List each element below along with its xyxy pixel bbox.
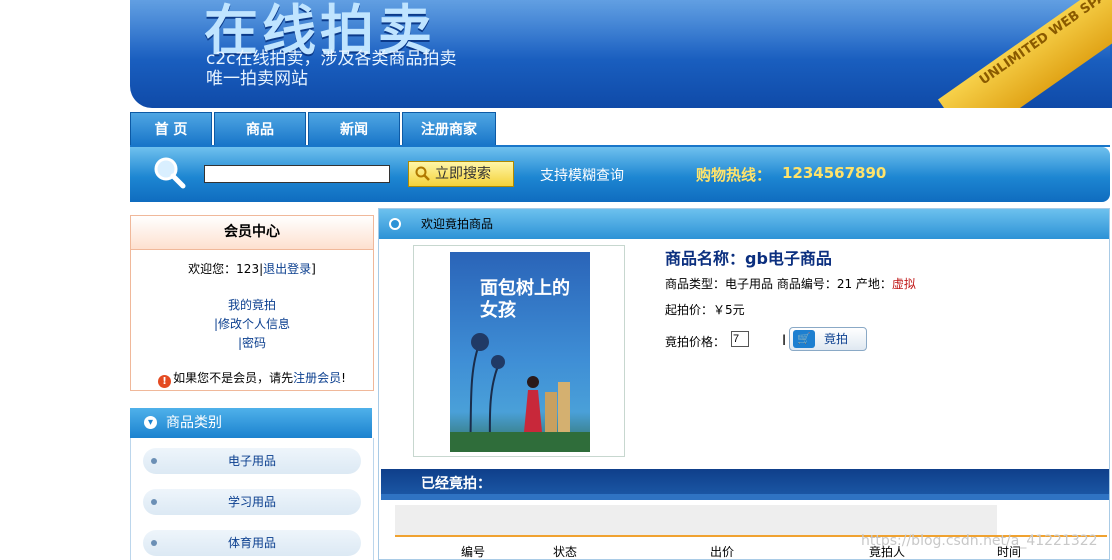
member-links: 我的竟拍 |修改个人信息 |密码	[131, 296, 373, 353]
welcome-text: 欢迎您：123|	[188, 262, 264, 276]
fuzzy-search-note: 支持模糊查询	[540, 168, 624, 184]
auction-panel-title: 欢迎竟拍商品	[421, 217, 494, 231]
hotline-number: 1234567890	[782, 164, 887, 182]
category-icon: ▾	[144, 416, 157, 429]
text-cursor-icon: I	[782, 333, 787, 349]
warning-icon: !	[158, 375, 172, 388]
register-note: ! 如果您不是会员，请先注册会员!	[131, 369, 373, 388]
password-link[interactable]: |密码	[131, 334, 373, 353]
member-center: 会员中心 欢迎您：123|退出登录] 我的竟拍 |修改个人信息 |密码 ! 如果您…	[130, 215, 374, 391]
bid-price-input[interactable]	[731, 331, 749, 347]
category-item-sports[interactable]: 体育用品	[143, 530, 361, 556]
cart-icon: 🛒	[793, 330, 815, 348]
bid-price-label: 竟拍价格：	[665, 335, 726, 349]
start-price: 起拍价：￥5元	[665, 303, 745, 317]
category-label: 电子用品	[227, 454, 276, 468]
product-meta: 商品类型：电子用品 商品编号：21 产地：虚拟	[665, 275, 916, 292]
my-bids-link[interactable]: 我的竟拍	[131, 296, 373, 315]
book-cover-title: 面包树上的女孩	[480, 278, 570, 321]
site-banner: 在线拍卖 c2c在线拍卖，涉及各类商品拍卖 唯一拍卖网站 UNLIMITED W…	[130, 0, 1112, 108]
book-cover-art	[450, 333, 590, 452]
member-center-title: 会员中心	[131, 216, 373, 250]
col-header-price: 出价	[710, 545, 735, 559]
bullet-icon	[151, 540, 157, 546]
product-name: 商品名称：gb电子商品	[665, 249, 832, 268]
bid-table-toolbar	[395, 505, 997, 535]
register-note-text: 如果您不是会员，请先	[173, 371, 294, 385]
nav-home[interactable]: 首 页	[130, 112, 212, 146]
col-header-id: 编号	[461, 545, 486, 559]
logout-link[interactable]: 退出登录	[263, 262, 311, 276]
auction-panel: 欢迎竟拍商品 面包树上的女孩 商品名称：gb电子商品 商品类型：电子用品 商品编…	[378, 208, 1110, 560]
category-label: 体育用品	[227, 536, 276, 550]
product-image-frame: 面包树上的女孩	[413, 245, 625, 457]
nav-register-merchant[interactable]: 注册商家	[402, 112, 496, 146]
category-item-study[interactable]: 学习用品	[143, 489, 361, 515]
register-note-suffix: !	[341, 371, 346, 385]
bid-button[interactable]: 🛒 竟拍	[789, 327, 867, 351]
register-member-link[interactable]: 注册会员	[293, 371, 341, 385]
category-list: 电子用品 学习用品 体育用品	[130, 438, 374, 560]
edit-profile-link[interactable]: |修改个人信息	[131, 315, 373, 334]
search-input[interactable]	[204, 165, 390, 183]
banner-subtitle-2: 唯一拍卖网站	[206, 69, 308, 89]
bullet-icon	[151, 499, 157, 505]
watermark-text: https://blog.csdn.net/a_41221322	[861, 533, 1098, 549]
bidded-header-strip	[381, 494, 1109, 500]
category-title: 商品类别	[166, 415, 222, 431]
product-type-info: 商品类型：电子用品 商品编号：21 产地：	[665, 277, 892, 291]
hotline-label: 购物热线：	[696, 166, 772, 184]
product-origin: 虚拟	[891, 277, 916, 291]
category-item-electronics[interactable]: 电子用品	[143, 448, 361, 474]
nav-news[interactable]: 新闻	[308, 112, 400, 146]
member-welcome: 欢迎您：123|退出登录]	[131, 260, 373, 277]
bullet-icon	[151, 458, 157, 464]
search-bar: 立即搜索 支持模糊查询 购物热线： 1234567890	[130, 147, 1110, 202]
auction-panel-header: 欢迎竟拍商品	[379, 209, 1109, 239]
nav-products[interactable]: 商品	[214, 112, 306, 146]
search-button-label: 立即搜索	[435, 166, 491, 182]
product-image: 面包树上的女孩	[450, 252, 590, 452]
category-label: 学习用品	[227, 495, 276, 509]
bid-button-label: 竟拍	[824, 332, 849, 346]
search-button[interactable]: 立即搜索	[408, 161, 514, 187]
header-bullet-icon	[389, 218, 401, 230]
col-header-status: 状态	[553, 545, 578, 559]
search-icon	[415, 166, 430, 181]
welcome-suffix: ]	[311, 262, 316, 276]
category-header: ▾ 商品类别	[130, 408, 372, 438]
magnifier-icon	[154, 157, 186, 189]
